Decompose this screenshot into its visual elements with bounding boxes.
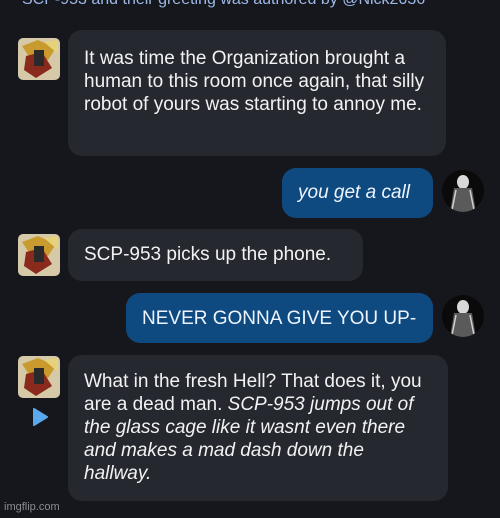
- user-message-2: NEVER GONNA GIVE YOU UP-: [126, 293, 433, 343]
- play-icon[interactable]: [32, 408, 48, 426]
- user-avatar[interactable]: [442, 295, 484, 337]
- author-credit: SCP-953 and their greeting was authored …: [22, 0, 425, 9]
- user-message-1: you get a call: [282, 168, 433, 218]
- bot-avatar[interactable]: [18, 234, 60, 276]
- bot-message-2: SCP-953 picks up the phone.: [68, 229, 363, 281]
- user-avatar[interactable]: [442, 170, 484, 212]
- bot-message-1: It was time the Organization brought a h…: [68, 30, 446, 156]
- bot-avatar[interactable]: [18, 38, 60, 80]
- bot-message-3: What in the fresh Hell? That does it, yo…: [68, 355, 448, 501]
- watermark: imgflip.com: [4, 501, 60, 513]
- chat-header: SCP-953 and their greeting was authored …: [0, 0, 500, 16]
- bot-avatar[interactable]: [18, 356, 60, 398]
